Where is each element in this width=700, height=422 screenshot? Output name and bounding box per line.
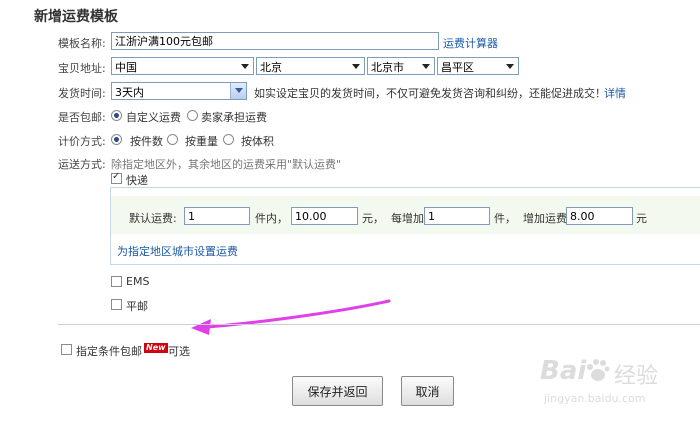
region-fee-link[interactable]: 为指定地区城市设置运费	[117, 243, 238, 259]
ship-time-value: 3天内	[115, 86, 144, 99]
add-qty-input[interactable]	[424, 207, 490, 225]
new-badge: New	[144, 343, 168, 353]
by-volume-label: 按体积	[241, 135, 274, 148]
by-weight-label: 按重量	[185, 135, 218, 148]
ems-checkbox[interactable]	[111, 276, 122, 287]
delivery-hint: 除指定地区外，其余地区的运费采用"默认运费"	[111, 158, 342, 171]
chevron-down-icon	[235, 88, 243, 93]
first-fee-input[interactable]	[291, 207, 358, 225]
chevron-down-icon	[506, 64, 514, 69]
conditional-free-checkbox[interactable]	[61, 344, 72, 355]
optional-label: 可选	[168, 345, 190, 358]
freight-calculator-link[interactable]: 运费计算器	[443, 35, 498, 51]
pricing-label: 计价方式:	[58, 135, 106, 148]
cancel-button[interactable]: 取消	[401, 376, 454, 406]
detail-link[interactable]: 详情	[604, 85, 626, 101]
ship-time-hint: 如实设定宝贝的发货时间，不仅可避免发货咨询和纠纷，还能促进成交！	[254, 87, 606, 100]
radio-custom-fee[interactable]	[111, 110, 122, 121]
express-checkbox[interactable]	[111, 171, 122, 184]
surface-mail-checkbox[interactable]	[111, 299, 122, 310]
template-name-label: 模板名称:	[58, 37, 106, 50]
add-fee-input[interactable]	[566, 207, 633, 225]
custom-fee-label: 自定义运费	[126, 111, 181, 124]
ship-time-select[interactable]: 3天内	[111, 82, 247, 100]
chevron-down-icon	[422, 64, 430, 69]
paw-icon	[586, 358, 610, 384]
annotation-arrow	[191, 299, 391, 335]
city-select[interactable]: 北京市	[367, 57, 435, 75]
conditional-free-label: 指定条件包邮	[76, 345, 142, 358]
chevron-down-icon	[352, 64, 360, 69]
add-each-label: 元， 每增加	[362, 212, 424, 225]
watermark-brand: Bai	[540, 356, 587, 386]
save-return-button[interactable]: 保存并返回	[292, 376, 383, 406]
page-title: 新增运费模板	[34, 9, 118, 25]
by-piece-label: 按件数	[130, 135, 163, 148]
address-label: 宝贝地址:	[58, 62, 106, 75]
province-select[interactable]: 北京	[256, 57, 365, 75]
watermark-url: jingyan.baidu.com	[544, 392, 646, 405]
delivery-label: 运送方式:	[58, 158, 106, 171]
city-value: 北京市	[371, 61, 404, 74]
express-label: 快递	[126, 174, 148, 187]
country-select[interactable]: 中国	[111, 57, 254, 75]
default-fee-label: 默认运费:	[129, 212, 177, 225]
free-shipping-label: 是否包邮:	[58, 111, 106, 124]
baidu-watermark: Bai 经验 jingyan.baidu.com	[540, 356, 690, 412]
radio-by-piece[interactable]	[111, 134, 122, 145]
district-value: 昌平区	[441, 61, 474, 74]
yuan-label: 元	[636, 212, 647, 225]
dropdown-button[interactable]	[230, 83, 246, 99]
watermark-brand-tail: 经验	[614, 364, 659, 389]
ship-time-label: 发货时间:	[58, 87, 106, 100]
province-value: 北京	[260, 61, 282, 74]
radio-by-volume[interactable]	[223, 134, 234, 145]
template-name-input[interactable]	[111, 32, 439, 50]
seller-pays-label: 卖家承担运费	[201, 111, 267, 124]
radio-by-weight[interactable]	[167, 134, 178, 145]
first-qty-input[interactable]	[184, 207, 250, 225]
ems-label: EMS	[126, 275, 150, 288]
within-label: 件内，	[255, 212, 288, 225]
chevron-down-icon	[241, 64, 249, 69]
add-fee-label: 件， 增加运费	[494, 212, 567, 225]
district-select[interactable]: 昌平区	[437, 57, 519, 75]
section-divider	[58, 324, 700, 325]
radio-seller-pays[interactable]	[187, 110, 198, 121]
country-value: 中国	[115, 61, 137, 74]
surface-mail-label: 平邮	[126, 300, 148, 313]
